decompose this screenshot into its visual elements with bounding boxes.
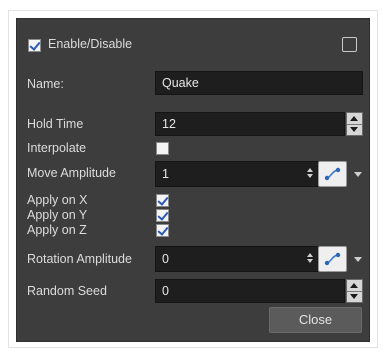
apply-y-checkbox[interactable] — [156, 209, 169, 222]
name-label: Name: — [27, 77, 64, 91]
move-amplitude-function-button[interactable] — [318, 161, 347, 187]
rotation-amplitude-label: Rotation Amplitude — [27, 252, 132, 266]
apply-z-label: Apply on Z — [27, 223, 87, 237]
interpolate-label: Interpolate — [27, 141, 87, 155]
move-amplitude-spin-icon[interactable] — [307, 168, 315, 180]
move-amplitude-dropdown-arrow[interactable] — [354, 172, 362, 177]
random-seed-label: Random Seed — [27, 284, 107, 298]
spin-down-icon[interactable] — [347, 291, 362, 302]
rotation-amplitude-function-button[interactable] — [318, 246, 347, 272]
move-amplitude-input[interactable]: 1 — [155, 161, 322, 187]
rotation-amplitude-input[interactable]: 0 — [155, 246, 322, 272]
hold-time-label: Hold Time — [27, 117, 84, 131]
quake-settings-panel: Enable/Disable Name: Quake Hold Time 12 … — [16, 18, 370, 342]
enable-label: Enable/Disable — [48, 37, 133, 51]
random-seed-input[interactable]: 0 — [155, 279, 345, 303]
apply-y-label: Apply on Y — [27, 208, 88, 222]
interpolate-checkbox[interactable] — [156, 142, 169, 155]
rotation-amplitude-dropdown-arrow[interactable] — [354, 257, 362, 262]
apply-z-checkbox[interactable] — [156, 224, 169, 237]
rotation-amplitude-spin-icon[interactable] — [307, 253, 315, 265]
hold-time-spinner[interactable] — [346, 112, 363, 136]
apply-x-checkbox[interactable] — [156, 194, 169, 207]
apply-x-label: Apply on X — [27, 193, 88, 207]
spin-down-icon[interactable] — [347, 124, 362, 135]
enable-checkbox[interactable] — [28, 39, 41, 52]
function-curve-icon — [324, 252, 341, 266]
top-right-checkbox[interactable] — [342, 37, 357, 52]
random-seed-spinner[interactable] — [346, 279, 363, 303]
name-input[interactable]: Quake — [155, 71, 363, 95]
move-amplitude-label: Move Amplitude — [27, 166, 116, 180]
close-button[interactable]: Close — [269, 307, 362, 333]
function-curve-icon — [324, 167, 341, 181]
hold-time-input[interactable]: 12 — [155, 112, 345, 136]
